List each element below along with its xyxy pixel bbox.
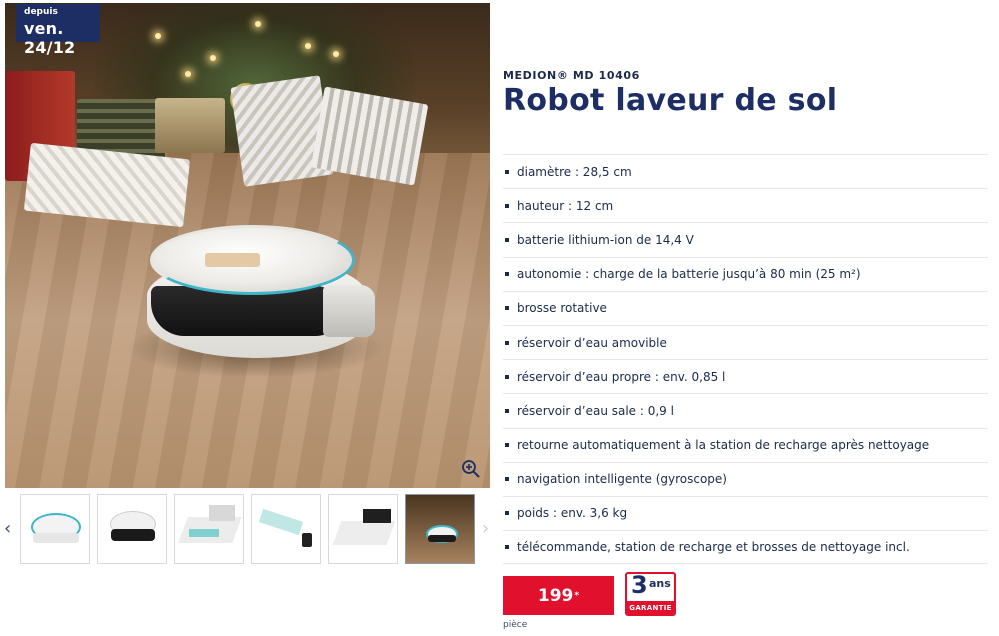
fairy-light (155, 33, 161, 39)
bullet-icon (505, 306, 509, 311)
bullet-icon (505, 443, 509, 448)
warranty-caption: GARANTIE (627, 601, 674, 614)
zoom-icon[interactable] (460, 458, 482, 480)
fairy-light (185, 71, 191, 77)
spec-item: poids : env. 3,6 kg (503, 495, 988, 530)
spec-item: hauteur : 12 cm (503, 188, 988, 222)
thumbnail-5[interactable] (328, 494, 398, 564)
fairy-light (255, 21, 261, 27)
bullet-icon (505, 340, 509, 345)
bullet-icon (505, 374, 509, 379)
spec-list: diamètre : 28,5 cm hauteur : 12 cm batte… (503, 154, 988, 565)
spec-text: brosse rotative (517, 301, 607, 316)
spec-text: batterie lithium-ion de 14,4 V (517, 232, 694, 247)
warranty-years-label: ans (649, 577, 671, 590)
bullet-icon (505, 408, 509, 413)
badge-since-label: depuis (24, 7, 58, 17)
spec-item: autonomie : charge de la batterie jusqu’… (503, 256, 988, 291)
spec-text: hauteur : 12 cm (517, 198, 614, 213)
spec-text: poids : env. 3,6 kg (517, 506, 628, 521)
thumbnail-1[interactable] (20, 494, 90, 564)
product-main-image[interactable] (5, 3, 490, 488)
thumbnail-2[interactable] (97, 494, 167, 564)
robot-control-panel (205, 253, 260, 267)
spec-item: batterie lithium-ion de 14,4 V (503, 222, 988, 256)
fairy-light (210, 55, 216, 61)
fairy-light (305, 43, 311, 49)
spec-text: retourne automatiquement à la station de… (517, 438, 930, 453)
spec-item: réservoir d’eau amovible (503, 324, 988, 359)
spec-text: réservoir d’eau propre : env. 0,85 l (517, 369, 726, 384)
availability-date-badge: depuis ven. 24/12 (16, 4, 100, 57)
thumbnail-strip: ‹ › (0, 494, 495, 566)
spec-item: brosse rotative (503, 290, 988, 325)
bullet-icon (505, 545, 509, 550)
price-tag[interactable]: 199 * (503, 576, 614, 615)
price-asterisk: * (574, 590, 580, 601)
robot-wheel-housing (323, 285, 375, 337)
spec-text: navigation intelligente (gyroscope) (517, 472, 727, 487)
spec-text: autonomie : charge de la batterie jusqu’… (517, 267, 861, 282)
spec-item: diamètre : 28,5 cm (503, 154, 988, 188)
fairy-light (333, 51, 339, 57)
spec-text: télécommande, station de recharge et bro… (517, 540, 910, 555)
chevron-right-icon[interactable]: › (482, 518, 489, 539)
chevron-left-icon[interactable]: ‹ (4, 518, 11, 539)
price-unit: pièce (503, 620, 528, 630)
spec-item: retourne automatiquement à la station de… (503, 427, 988, 462)
warranty-years: 3 (631, 572, 648, 599)
bullet-icon (505, 477, 509, 482)
product-brand: MEDION® MD 10406 (503, 69, 640, 82)
price-amount: 199 (537, 585, 574, 606)
warranty-badge: 3 ans GARANTIE (625, 572, 676, 616)
bullet-icon (505, 169, 509, 174)
spec-text: diamètre : 28,5 cm (517, 164, 632, 179)
bullet-icon (505, 511, 509, 516)
spec-item: télécommande, station de recharge et bro… (503, 530, 988, 565)
bullet-icon (505, 203, 509, 208)
product-title: Robot laveur de sol (503, 83, 838, 118)
thumbnail-3[interactable] (174, 494, 244, 564)
badge-date: ven. 24/12 (24, 19, 76, 57)
gift-box (155, 98, 225, 153)
thumbnail-6[interactable] (405, 494, 475, 564)
spec-item: réservoir d’eau propre : env. 0,85 l (503, 359, 988, 393)
spec-text: réservoir d’eau sale : 0,9 l (517, 403, 674, 418)
thumbnail-4[interactable] (251, 494, 321, 564)
bullet-icon (505, 272, 509, 277)
spec-text: réservoir d’eau amovible (517, 335, 667, 350)
spec-item: navigation intelligente (gyroscope) (503, 461, 988, 496)
spec-item: réservoir d’eau sale : 0,9 l (503, 393, 988, 427)
bullet-icon (505, 237, 509, 242)
